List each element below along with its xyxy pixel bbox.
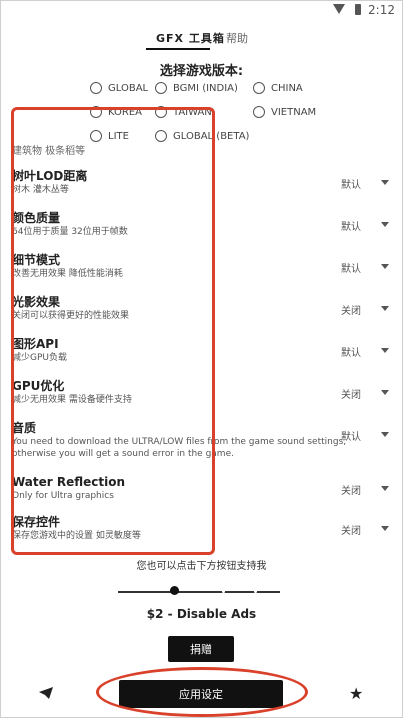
setting-desc: 减少GPU负载 <box>12 353 67 363</box>
partial-row-text: 建筑物 极条稻等 <box>12 146 86 157</box>
dropdown-arrow-icon[interactable] <box>381 486 389 491</box>
wifi-icon <box>333 4 345 14</box>
setting-title: 保存控件 <box>12 515 61 529</box>
radio-circle <box>155 82 167 94</box>
setting-title: 树叶LOD距离 <box>12 169 88 183</box>
setting-value[interactable]: 关闭 <box>341 302 361 317</box>
setting-save-controls[interactable]: 保存控件 保存您游戏中的设置 如灵敏度等 关闭 <box>12 514 391 542</box>
dropdown-arrow-icon[interactable] <box>381 180 389 185</box>
radio-label: BGMI (INDIA) <box>173 82 238 94</box>
dropdown-arrow-icon[interactable] <box>381 306 389 311</box>
setting-desc: 树木 灌木丛等 <box>12 185 69 195</box>
setting-value[interactable]: 默认 <box>341 344 361 359</box>
setting-title: GPU优化 <box>12 379 65 393</box>
status-time: 2:12 <box>368 3 395 17</box>
slider-tick <box>222 590 225 593</box>
setting-desc: 关闭可以获得更好的性能效果 <box>12 311 130 321</box>
setting-value[interactable]: 关闭 <box>341 482 361 497</box>
setting-desc: 64位用于质量 32位用于帧数 <box>12 227 128 237</box>
setting-sound-quality[interactable]: 音质 You need to download the ULTRA/LOW fi… <box>12 420 391 460</box>
setting-value[interactable]: 默认 <box>341 176 361 191</box>
dropdown-arrow-icon[interactable] <box>381 222 389 227</box>
setting-desc: Only for Ultra graphics <box>12 491 114 501</box>
tab-indicator <box>146 48 210 50</box>
radio-label: GLOBAL <box>108 82 149 94</box>
radio-label: VIETNAM <box>271 106 317 118</box>
settings-list[interactable]: 建筑物 极条稻等 树叶LOD距离 树木 灌木丛等 默认 颜色质量 64位用于质量… <box>0 142 403 554</box>
setting-title: 细节模式 <box>12 253 61 267</box>
radio-circle <box>90 130 102 142</box>
radio-label: KOREA <box>108 106 142 118</box>
status-bar: 2:12 <box>0 0 403 20</box>
radio-circle <box>155 106 167 118</box>
radio-label: CHINA <box>271 82 303 94</box>
setting-water-reflection[interactable]: Water Reflection Only for Ultra graphics… <box>12 474 391 502</box>
setting-gpu-optimization[interactable]: GPU优化 减少无用效果 需设备硬件支持 关闭 <box>12 378 391 406</box>
setting-graphics-api[interactable]: 图形API 减少GPU负载 默认 <box>12 336 391 364</box>
radio-global-beta[interactable]: GLOBAL (BETA) <box>155 130 249 142</box>
radio-global[interactable]: GLOBAL <box>90 82 148 94</box>
version-heading: 选择游戏版本: <box>159 64 244 79</box>
radio-circle <box>90 106 102 118</box>
setting-title: 颜色质量 <box>12 211 61 225</box>
setting-title: 音质 <box>12 421 37 435</box>
radio-label: LITE <box>108 130 129 142</box>
setting-desc: 减少无用效果 需设备硬件支持 <box>12 395 132 405</box>
telegram-send-icon[interactable] <box>38 686 54 700</box>
setting-shadows[interactable]: 光影效果 关闭可以获得更好的性能效果 关闭 <box>12 294 391 322</box>
radio-taiwan[interactable]: TAIWAN <box>155 106 212 118</box>
donate-button[interactable]: 捐赠 <box>168 636 234 662</box>
dropdown-arrow-icon[interactable] <box>381 526 389 531</box>
radio-label: GLOBAL (BETA) <box>173 130 250 142</box>
setting-foliage-lod[interactable]: 树叶LOD距离 树木 灌木丛等 默认 <box>12 168 391 196</box>
star-icon[interactable]: ★ <box>349 684 363 703</box>
radio-circle <box>253 82 265 94</box>
setting-value[interactable]: 默认 <box>341 218 361 233</box>
highlight-oval <box>96 667 308 717</box>
setting-value[interactable]: 默认 <box>341 428 361 443</box>
setting-value[interactable]: 关闭 <box>341 386 361 401</box>
support-text: 您也可以点击下方按钮支持我 <box>136 561 267 572</box>
setting-desc: 保存您游戏中的设置 如灵敏度等 <box>12 531 141 541</box>
radio-label: TAIWAN <box>173 106 212 118</box>
setting-title: Water Reflection <box>12 475 126 489</box>
radio-circle <box>155 130 167 142</box>
dropdown-arrow-icon[interactable] <box>381 348 389 353</box>
setting-value[interactable]: 关闭 <box>341 522 361 537</box>
radio-china[interactable]: CHINA <box>253 82 303 94</box>
radio-korea[interactable]: KOREA <box>90 106 142 118</box>
tab-help[interactable]: 帮助 <box>226 30 248 46</box>
dropdown-arrow-icon[interactable] <box>381 390 389 395</box>
setting-desc: 改善无用效果 降低性能消耗 <box>12 269 123 279</box>
radio-lite[interactable]: LITE <box>90 130 129 142</box>
setting-value[interactable]: 默认 <box>341 260 361 275</box>
slider-tick <box>254 590 257 593</box>
dropdown-arrow-icon[interactable] <box>381 432 389 437</box>
setting-title: 光影效果 <box>12 295 61 309</box>
tab-gfx-tool[interactable]: GFX 工具箱 <box>156 30 225 46</box>
setting-color-quality[interactable]: 颜色质量 64位用于质量 32位用于帧数 默认 <box>12 210 391 238</box>
radio-bgmi[interactable]: BGMI (INDIA) <box>155 82 238 94</box>
setting-detail-mode[interactable]: 细节模式 改善无用效果 降低性能消耗 默认 <box>12 252 391 280</box>
radio-circle <box>90 82 102 94</box>
radio-circle <box>253 106 265 118</box>
battery-icon <box>355 4 361 15</box>
slider-thumb[interactable] <box>170 586 179 595</box>
setting-desc: You need to download the ULTRA/LOW files… <box>12 437 347 459</box>
price-label: $2 - Disable Ads <box>146 607 257 621</box>
dropdown-arrow-icon[interactable] <box>381 264 389 269</box>
setting-title: 图形API <box>12 337 59 351</box>
radio-vietnam[interactable]: VIETNAM <box>253 106 316 118</box>
